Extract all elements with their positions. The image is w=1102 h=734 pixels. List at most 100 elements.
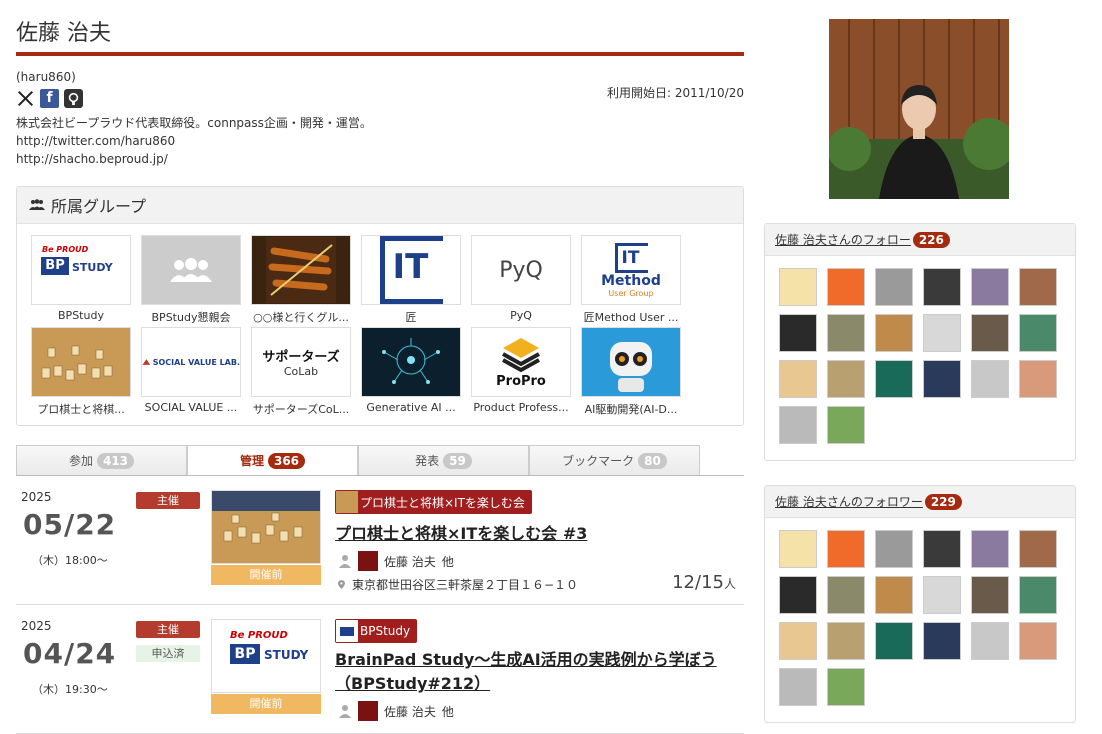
group-logo: IT — [361, 235, 461, 305]
avatar[interactable] — [923, 530, 961, 568]
group-name: Product Profess... — [473, 401, 569, 414]
tab-bookmark[interactable]: ブックマーク 80 — [529, 445, 700, 475]
group-social-value[interactable]: SOCIAL VALUE LAB. SOCIAL VALUE ... — [141, 327, 241, 417]
avatar[interactable] — [923, 622, 961, 660]
avatar[interactable] — [827, 406, 865, 444]
applied-badge: 申込済 — [136, 645, 200, 662]
avatar[interactable] — [779, 530, 817, 568]
logo-text: サポーターズ — [262, 350, 340, 365]
logo-text: PyQ — [499, 257, 543, 283]
event-date: 04/24 — [23, 637, 117, 670]
avatar[interactable] — [971, 576, 1009, 614]
following-header[interactable]: 佐藤 治夫さんのフォロー 226 — [765, 224, 1075, 256]
github-icon[interactable] — [64, 88, 83, 108]
avatar[interactable] — [1019, 576, 1057, 614]
avatar[interactable] — [971, 622, 1009, 660]
avatar[interactable] — [827, 576, 865, 614]
group-logo — [361, 327, 461, 397]
avatar[interactable] — [827, 530, 865, 568]
avatar[interactable] — [827, 668, 865, 706]
avatar[interactable] — [779, 314, 817, 352]
group-bpstudy-social[interactable]: BPStudy懇親会 — [141, 235, 241, 325]
avatar[interactable] — [779, 360, 817, 398]
group-shogi[interactable]: プロ棋士と将棋... — [31, 327, 131, 417]
avatar[interactable] — [827, 622, 865, 660]
followers-header[interactable]: 佐藤 治夫さんのフォロワー 229 — [765, 486, 1075, 518]
avatar[interactable] — [779, 622, 817, 660]
avatar[interactable] — [971, 530, 1009, 568]
owner-name[interactable]: 佐藤 治夫 — [384, 553, 436, 570]
group-supporters[interactable]: サポーターズ CoLab サポーターズCoL... — [251, 327, 351, 417]
logo-text: STUDY — [72, 261, 113, 274]
followers-panel: 佐藤 治夫さんのフォロワー 229 — [764, 485, 1076, 723]
avatar[interactable] — [779, 268, 817, 306]
owner-avatar[interactable] — [358, 551, 378, 571]
groups-grid: Be PROUD BP STUDY BPStudy BPStudy懇親会 ○○様… — [17, 224, 743, 425]
following-count: 226 — [912, 231, 950, 248]
followers-count: 229 — [924, 493, 962, 510]
main-column: 佐藤 治夫 (haru860) f 利用開始日: 2011/10/20 株式会社… — [16, 0, 744, 734]
avatar[interactable] — [923, 576, 961, 614]
avatar[interactable] — [827, 268, 865, 306]
group-product-pro[interactable]: ProPro Product Profess... — [471, 327, 571, 417]
group-pyq[interactable]: PyQ PyQ — [471, 235, 571, 325]
avatar[interactable] — [923, 314, 961, 352]
avatar[interactable] — [827, 360, 865, 398]
avatar[interactable] — [875, 576, 913, 614]
avatar[interactable] — [1019, 622, 1057, 660]
tab-join[interactable]: 参加 413 — [16, 445, 187, 475]
groups-header: 所属グループ — [17, 187, 743, 224]
avatar[interactable] — [827, 314, 865, 352]
following-title[interactable]: 佐藤 治夫さんのフォロー — [775, 231, 911, 248]
following-panel: 佐藤 治夫さんのフォロー 226 — [764, 223, 1076, 461]
avatar[interactable] — [971, 268, 1009, 306]
avatar[interactable] — [875, 530, 913, 568]
avatar[interactable] — [1019, 314, 1057, 352]
group-logo — [31, 327, 131, 397]
group-name: ○○様と行くグル... — [253, 311, 349, 324]
event-thumbnail[interactable]: Be PROUD BP STUDY — [211, 619, 321, 693]
event-title[interactable]: プロ棋士と将棋×ITを楽しむ会 #3 — [335, 522, 745, 546]
avatar[interactable] — [875, 314, 913, 352]
logo-text: IT — [392, 247, 429, 287]
owner-others: 他 — [441, 554, 454, 569]
avatar[interactable] — [779, 406, 817, 444]
tab-present[interactable]: 発表 59 — [358, 445, 529, 475]
group-logo: ProPro — [471, 327, 571, 397]
group-gourmet[interactable]: ○○様と行くグル... — [251, 235, 351, 325]
group-takumi-method[interactable]: IT Method User Group 匠Method User ... — [581, 235, 681, 325]
avatar[interactable] — [923, 268, 961, 306]
event-thumbnail[interactable] — [211, 490, 321, 564]
x-icon[interactable] — [16, 89, 35, 108]
group-ai-driven[interactable]: AI駆動開発(AI-D... — [581, 327, 681, 417]
facebook-icon[interactable]: f — [40, 88, 59, 108]
group-name: PyQ — [510, 309, 532, 322]
bio-link-twitter[interactable]: http://twitter.com/haru860 — [16, 132, 744, 150]
event-group-label[interactable]: BPStudy — [335, 619, 418, 643]
avatar[interactable] — [779, 668, 817, 706]
event-group-label[interactable]: プロ棋士と将棋×ITを楽しむ会 — [335, 490, 532, 514]
event-title[interactable]: BrainPad Study〜生成AI活用の実践例から学ぼう（BPStudy#2… — [335, 648, 745, 696]
avatar[interactable] — [875, 360, 913, 398]
avatar[interactable] — [923, 360, 961, 398]
person-icon — [339, 705, 351, 718]
followers-title[interactable]: 佐藤 治夫さんのフォロワー — [775, 493, 923, 510]
bio-link-blog[interactable]: http://shacho.beproud.jp/ — [16, 150, 744, 168]
avatar[interactable] — [1019, 360, 1057, 398]
avatar[interactable] — [971, 314, 1009, 352]
avatar[interactable] — [875, 622, 913, 660]
avatar[interactable] — [1019, 268, 1057, 306]
avatar[interactable] — [875, 268, 913, 306]
owner-avatar[interactable] — [358, 701, 378, 721]
group-bpstudy[interactable]: Be PROUD BP STUDY BPStudy — [31, 235, 131, 325]
owner-name[interactable]: 佐藤 治夫 — [384, 703, 436, 720]
tab-manage[interactable]: 管理 366 — [187, 445, 358, 475]
group-generative-ai[interactable]: Generative AI ... — [361, 327, 461, 417]
logo-text: CoLab — [283, 365, 319, 378]
group-logo — [581, 327, 681, 397]
avatar[interactable] — [971, 360, 1009, 398]
tab-label: 発表 — [415, 454, 440, 468]
group-takumi[interactable]: IT 匠 — [361, 235, 461, 325]
avatar[interactable] — [1019, 530, 1057, 568]
avatar[interactable] — [779, 576, 817, 614]
